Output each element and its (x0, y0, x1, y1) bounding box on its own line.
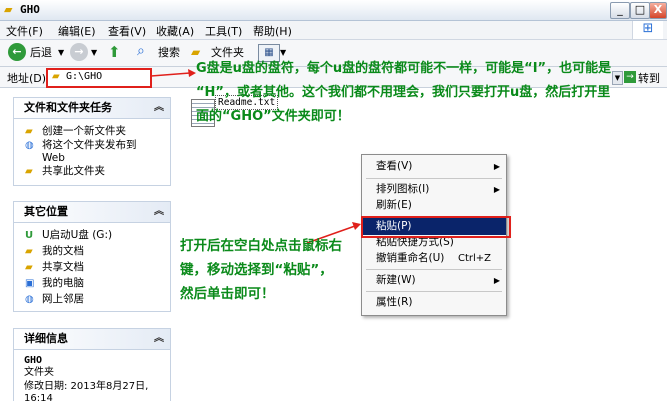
paste-highlight-box (361, 216, 511, 238)
ctx-view[interactable]: 查看(V) ▶ (362, 158, 506, 175)
address-arrow-line (150, 72, 191, 77)
submenu-arrow-icon: ▶ (493, 162, 500, 171)
annotation-left-line-3: 然后单击即可！ (180, 286, 275, 302)
separator (366, 291, 502, 292)
address-arrow-head (188, 69, 196, 77)
ctx-undo-shortcut: Ctrl+Z (458, 253, 492, 264)
ctx-refresh[interactable]: 刷新(E) (362, 197, 506, 214)
ctx-new-label: 新建(W) (376, 274, 416, 286)
annotation-top-line-2: “H”，或者其他。这个我们都不用理会，我们只要打开u盘，然后打开里 (196, 85, 611, 100)
annotation-left-line-2: 键，移动选择到“粘贴”， (180, 262, 333, 278)
separator (366, 269, 502, 270)
annotation-top-line-1: G盘是u盘的盘符，每个u盘的盘符都可能不一样，可能是“I”，也可能是 (196, 61, 612, 76)
ctx-properties-label: 属性(R) (376, 296, 413, 308)
ctx-new[interactable]: 新建(W) ▶ (362, 272, 506, 289)
annotation-top-line-3: 面的“GHO”文件夹即可！ (196, 109, 350, 124)
ctx-arrange-label: 排列图标(I) (376, 183, 430, 195)
ctx-undo-label: 撤销重命名(U) (376, 252, 445, 264)
ctx-arrange[interactable]: 排列图标(I) ▶ (362, 181, 506, 198)
ctx-properties[interactable]: 属性(R) (362, 294, 506, 311)
submenu-arrow-icon: ▶ (493, 185, 500, 194)
annotation-left-line-1: 打开后在空白处点击鼠标右 (180, 238, 342, 254)
ctx-refresh-label: 刷新(E) (376, 199, 412, 211)
annotation-left: 打开后在空白处点击鼠标右 键，移动选择到“粘贴”， 然后单击即可！ (180, 234, 342, 306)
ctx-view-label: 查看(V) (376, 160, 413, 172)
ctx-undo-rename[interactable]: 撤销重命名(U) Ctrl+Z (362, 250, 506, 267)
submenu-arrow-icon: ▶ (493, 276, 500, 285)
separator (366, 178, 502, 179)
annotation-top: G盘是u盘的盘符，每个u盘的盘符都可能不一样，可能是“I”，也可能是 “H”，或… (196, 57, 611, 129)
